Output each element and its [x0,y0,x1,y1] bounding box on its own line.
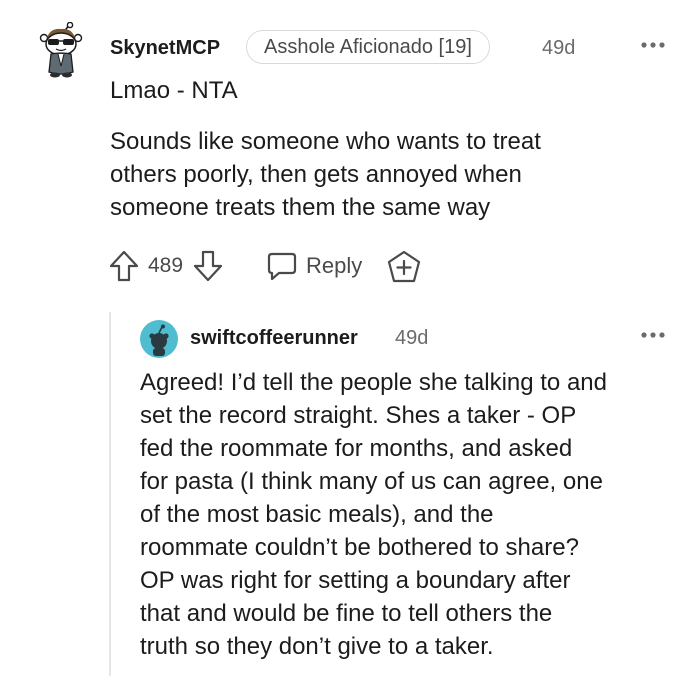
reply-timestamp: 49d [395,327,429,349]
default-snoo-avatar[interactable] [140,320,178,358]
reply-body-line: that and would be fine to tell others th… [140,600,553,627]
reply-comment: swiftcoffeerunner 49d Agreed! I’d tell t… [0,0,700,676]
reply-body-line: roommate couldn’t be bothered to share? [140,534,579,561]
reply-body-line: fed the roommate for months, and asked [140,435,573,462]
reply-body-line: for pasta (I think many of us can agree,… [140,468,603,495]
more-options-icon[interactable] [640,330,666,340]
reply-body-line: of the most basic meals), and the [140,501,494,528]
reply-body: Agreed! I’d tell the people she talking … [140,366,685,663]
reply-body-line: set the record straight. Shes a taker - … [140,402,577,429]
reply-username[interactable]: swiftcoffeerunner [190,327,358,350]
reply-body-line: Agreed! I’d tell the people she talking … [140,369,607,396]
reply-body-line: OP was right for setting a boundary afte… [140,567,571,594]
reply-body-line: truth so they don’t give to a taker. [140,633,494,660]
